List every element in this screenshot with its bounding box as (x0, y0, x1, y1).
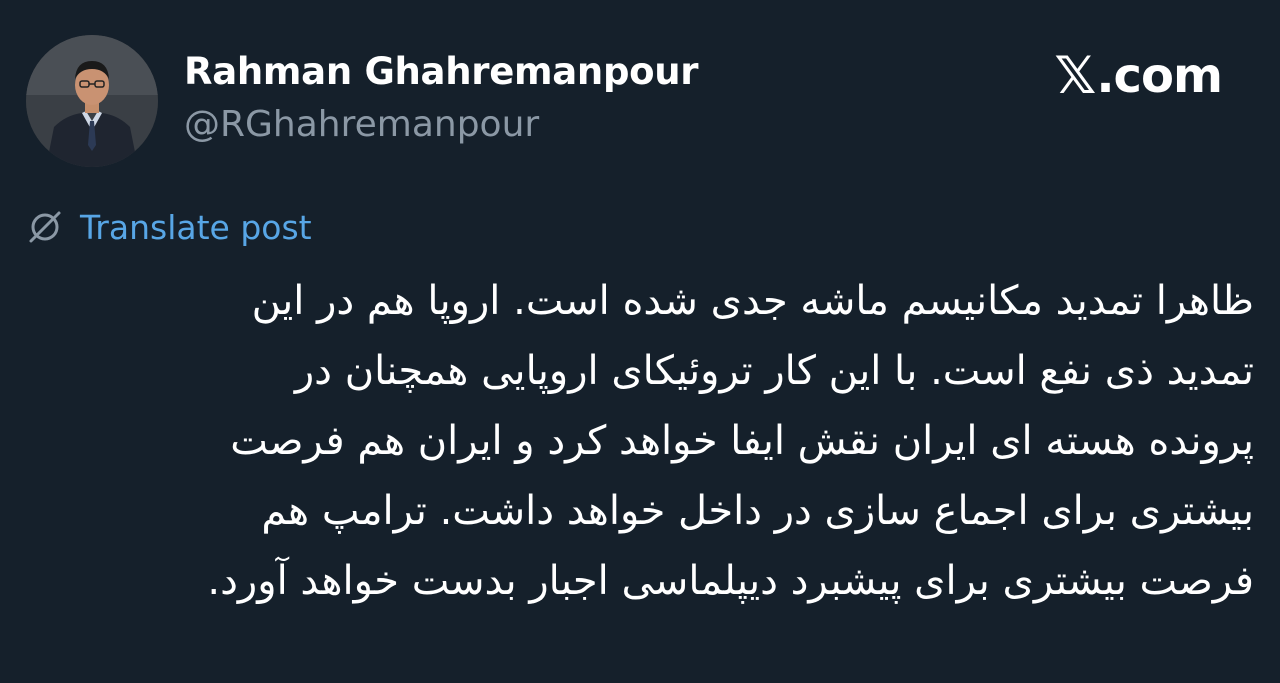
author-display-name[interactable]: Rahman Ghahremanpour (184, 50, 699, 93)
post-text-line: فرصت بیشتری برای پیشبرد دیپلماسی اجبار ب… (207, 558, 1254, 604)
post-text-line: تمدید ذی نفع است. با این کار تروئیکای ار… (294, 348, 1254, 394)
x-logo-icon: 𝕏 (1054, 46, 1097, 106)
x-logo: 𝕏 .com (1054, 46, 1223, 106)
brand-domain: .com (1096, 48, 1223, 104)
post-text-line: پرونده هسته ای ایران نقش ایفا خواهد کرد … (230, 418, 1254, 464)
person-portrait-icon (26, 35, 158, 167)
translate-post-label: Translate post (80, 207, 312, 247)
post-text-line: ظاهرا تمدید مکانیسم ماشه جدی شده است. ار… (251, 278, 1254, 324)
avatar[interactable] (26, 35, 158, 167)
globe-slash-icon (29, 211, 61, 243)
author-handle[interactable]: @RGhahremanpour (184, 104, 539, 145)
post-text: ظاهرا تمدید مکانیسم ماشه جدی شده است. ار… (26, 266, 1254, 616)
post-text-line: بیشتری برای اجماع سازی در داخل خواهد داش… (261, 488, 1254, 534)
translate-post-button[interactable]: Translate post (24, 206, 312, 248)
